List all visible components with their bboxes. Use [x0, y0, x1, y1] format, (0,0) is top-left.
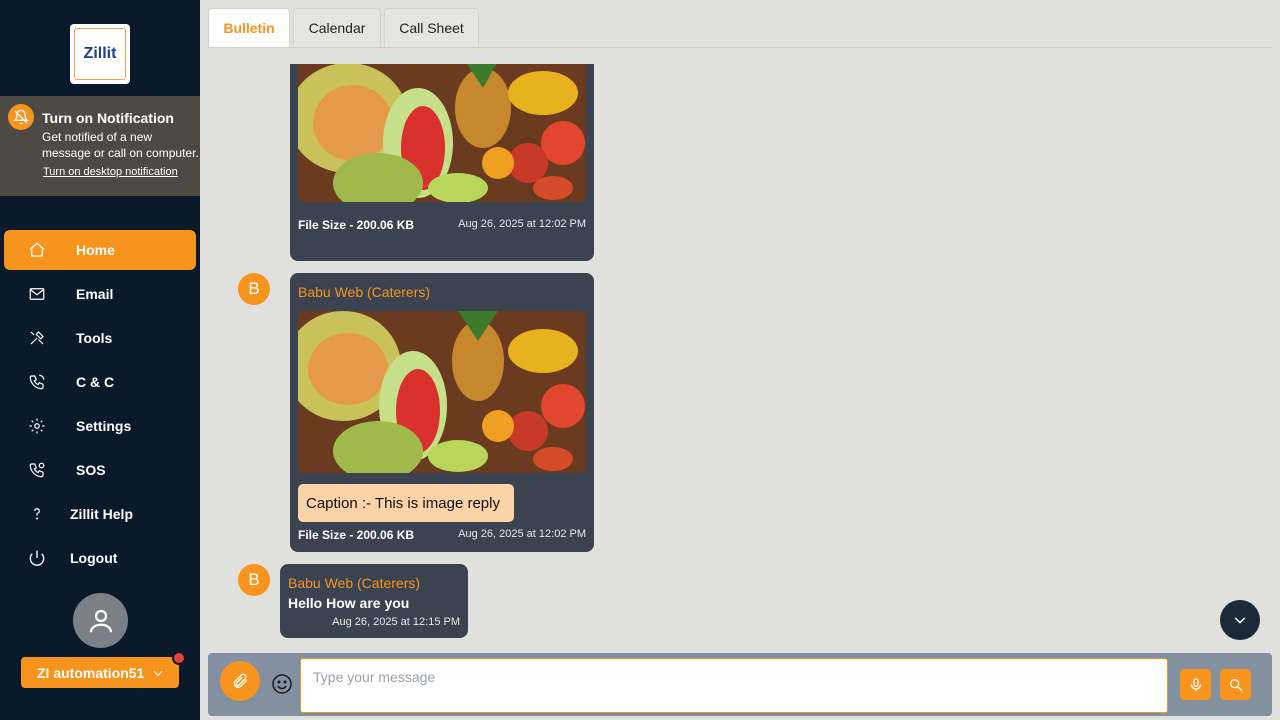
nav-settings[interactable]: Settings	[4, 406, 196, 446]
voice-record-button[interactable]	[1180, 669, 1211, 700]
sender-avatar[interactable]: B	[238, 273, 270, 305]
message-bubble: Babu Web (Caterers) Caption :- This is i…	[290, 273, 594, 552]
phone-call-icon	[26, 371, 48, 393]
nav-email[interactable]: Email	[4, 274, 196, 314]
user-avatar[interactable]	[73, 593, 128, 648]
nav-sos-label: SOS	[76, 462, 106, 478]
scroll-to-bottom-button[interactable]	[1220, 600, 1260, 640]
message-bubble: File Size - 200.06 KB Aug 26, 2025 at 12…	[290, 64, 594, 261]
nav-logout[interactable]: Logout	[4, 538, 196, 578]
user-menu-button[interactable]: ZI automation51	[21, 657, 179, 688]
fruit-image[interactable]	[298, 64, 586, 202]
nav-help[interactable]: Zillit Help	[4, 494, 196, 534]
tools-icon	[26, 327, 48, 349]
gear-icon	[26, 415, 48, 437]
image-caption: Caption :- This is image reply	[298, 484, 514, 522]
logo-text: Zillit	[74, 28, 126, 80]
fruit-image[interactable]	[298, 311, 586, 473]
tab-call-sheet[interactable]: Call Sheet	[384, 8, 479, 47]
notification-text: Get notified of a new message or call on…	[42, 130, 199, 160]
message-text: Hello How are you	[288, 595, 410, 611]
bell-off-icon	[8, 104, 34, 130]
nav-cc[interactable]: C & C	[4, 362, 196, 402]
mail-icon	[26, 283, 48, 305]
message-time: Aug 26, 2025 at 12:02 PM	[458, 218, 586, 230]
sos-phone-icon	[26, 459, 48, 481]
search-icon	[1229, 678, 1242, 691]
attach-button[interactable]	[220, 661, 260, 701]
notification-title: Turn on Notification	[42, 110, 174, 126]
file-size: File Size - 200.06 KB	[298, 218, 415, 232]
message-input[interactable]	[300, 658, 1168, 713]
nav-sos[interactable]: SOS	[4, 450, 196, 490]
home-icon	[26, 239, 48, 261]
nav-email-label: Email	[76, 286, 114, 302]
nav-tools-label: Tools	[76, 330, 113, 346]
message-composer	[208, 653, 1272, 716]
tab-bulletin[interactable]: Bulletin	[208, 8, 290, 47]
microphone-icon	[1190, 677, 1201, 691]
sender-name[interactable]: Babu Web (Caterers)	[298, 284, 430, 300]
chevron-down-icon	[1234, 617, 1246, 624]
chat-area[interactable]: File Size - 200.06 KB Aug 26, 2025 at 12…	[208, 64, 1272, 646]
user-name: ZI automation51	[37, 664, 145, 681]
user-icon	[89, 609, 112, 632]
search-button[interactable]	[1220, 669, 1251, 700]
tab-calendar[interactable]: Calendar	[293, 8, 381, 47]
notification-dot	[172, 651, 186, 665]
nav-tools[interactable]: Tools	[4, 318, 196, 358]
file-size: File Size - 200.06 KB	[298, 528, 415, 542]
smiley-icon	[272, 674, 292, 694]
emoji-button[interactable]	[270, 672, 294, 696]
paperclip-icon	[233, 673, 248, 688]
chevron-down-icon	[151, 666, 165, 683]
message-time: Aug 26, 2025 at 12:02 PM	[458, 528, 586, 540]
nav-cc-label: C & C	[76, 374, 115, 390]
notification-banner: Turn on Notification Get notified of a n…	[0, 96, 200, 196]
nav-home-label: Home	[76, 242, 115, 258]
nav-logout-label: Logout	[70, 550, 118, 566]
tab-bar: Bulletin Calendar Call Sheet	[208, 8, 1272, 48]
nav-home[interactable]: Home	[4, 230, 196, 270]
sender-avatar[interactable]: B	[238, 564, 270, 596]
message-time: Aug 26, 2025 at 12:15 PM	[332, 616, 460, 628]
nav-settings-label: Settings	[76, 418, 132, 434]
zillit-logo[interactable]: Zillit	[70, 24, 130, 84]
nav-help-label: Zillit Help	[70, 506, 133, 522]
sidebar: Zillit Turn on Notification Get notified…	[0, 0, 200, 720]
power-icon	[26, 547, 48, 569]
question-icon	[26, 503, 48, 525]
message-bubble: Babu Web (Caterers) Hello How are you Au…	[280, 564, 468, 638]
enable-notification-link[interactable]: Turn on desktop notification	[43, 166, 178, 178]
sender-name[interactable]: Babu Web (Caterers)	[288, 575, 420, 591]
